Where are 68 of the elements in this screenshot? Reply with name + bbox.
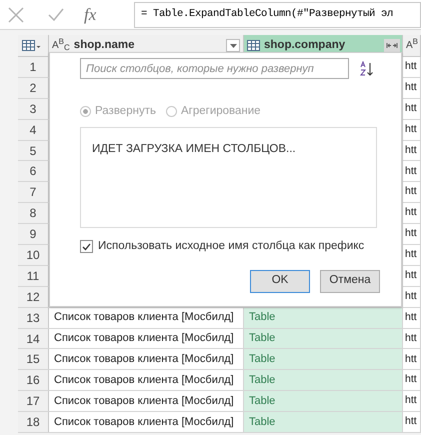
radio-label: Агрегирование bbox=[180, 104, 261, 119]
table-cell-text: htt bbox=[405, 330, 417, 346]
table-cell-text: Список товаров клиента [Мосбилд] bbox=[54, 414, 234, 430]
table-cell-text: htt bbox=[405, 80, 417, 95]
filter-dropdown-button[interactable] bbox=[226, 39, 240, 52]
prefix-checkbox[interactable] bbox=[80, 240, 93, 254]
table-cell-text: htt bbox=[405, 372, 417, 388]
column-name: shop.company bbox=[264, 38, 346, 53]
row-number: 1 bbox=[30, 58, 36, 76]
sort-az-icon bbox=[359, 60, 374, 76]
table-cell-text: htt bbox=[405, 184, 417, 200]
row-number: 13 bbox=[26, 310, 40, 327]
radio-label: Развернуть bbox=[95, 104, 156, 119]
row-number: 7 bbox=[30, 184, 36, 202]
table-cell-text: Список товаров клиента [Мосбилд] bbox=[54, 373, 234, 388]
column-name: shop.name bbox=[74, 38, 136, 53]
table-cell-text: Table bbox=[249, 331, 276, 346]
table-cell-text: Список товаров клиента [Мосбилд] bbox=[54, 331, 234, 346]
table-cell-text: htt bbox=[405, 164, 417, 179]
row-number: 2 bbox=[30, 80, 36, 97]
table-cell-text: htt bbox=[405, 226, 417, 242]
table-cell-text: Table bbox=[249, 414, 276, 430]
table-cell-text: Список товаров клиента [Мосбилд] bbox=[54, 352, 234, 368]
row-number: 18 bbox=[26, 414, 40, 432]
row-number: 17 bbox=[26, 393, 40, 410]
expand-column-button[interactable] bbox=[384, 38, 400, 52]
dialog-button[interactable]: Отмена bbox=[320, 270, 380, 292]
column-header[interactable]: A$^{B}$ bbox=[403, 35, 421, 56]
table-cell-text: Список товаров клиента [Мосбилд] bbox=[54, 394, 234, 409]
table-cell-text: htt bbox=[405, 59, 417, 74]
table-cell-text: htt bbox=[405, 414, 417, 430]
formula-field[interactable]: = Table.ExpandTableColumn(#"Развернутый эл bbox=[134, 2, 421, 28]
table-cell-text: htt bbox=[405, 142, 417, 158]
table-icon bbox=[22, 40, 42, 52]
caret-icon bbox=[230, 44, 236, 48]
prefix-label[interactable]: Использовать исходное имя столбца как префикс bbox=[98, 238, 364, 256]
table-cell-text: Table bbox=[249, 310, 276, 326]
table-cell-text: htt bbox=[405, 205, 417, 220]
function-label[interactable]: fx bbox=[84, 2, 96, 28]
table-cell-text: htt bbox=[405, 393, 417, 408]
row-number: 16 bbox=[26, 372, 40, 390]
dialog-button[interactable]: OK bbox=[250, 270, 310, 292]
row-number: 3 bbox=[30, 100, 36, 118]
row-number: 11 bbox=[26, 268, 40, 285]
table-cell-text: htt bbox=[405, 288, 417, 304]
table-cell-text: htt bbox=[405, 268, 417, 283]
row-number: 6 bbox=[30, 163, 36, 180]
row-number: 14 bbox=[26, 330, 40, 348]
table-cell-text: Table bbox=[249, 373, 276, 388]
data-type-label[interactable]: A$^{B}$ bbox=[406, 40, 418, 50]
row-number: 10 bbox=[26, 246, 40, 264]
row-number: 15 bbox=[26, 351, 40, 368]
table-cell-text: Table bbox=[249, 394, 276, 409]
table-cell-text: htt bbox=[405, 100, 417, 116]
loading-message: ИДЕТ ЗАГРУЗКА ИМЕН СТОЛБЦОВ... bbox=[92, 143, 296, 156]
table-cell-text: htt bbox=[405, 122, 417, 137]
expand-arrows-icon bbox=[386, 42, 398, 49]
table-cell-text: Список товаров клиента [Мосбилд] bbox=[54, 310, 234, 326]
row-number: 8 bbox=[30, 205, 36, 222]
row-number: 12 bbox=[26, 288, 40, 306]
row-number: 9 bbox=[30, 226, 36, 244]
table-cell-text: htt bbox=[405, 247, 417, 262]
row-number: 5 bbox=[30, 142, 36, 160]
table-cell-text: Table bbox=[249, 352, 276, 368]
row-number: 4 bbox=[30, 122, 36, 139]
table-cell-text: htt bbox=[405, 310, 417, 325]
search-field[interactable]: Поиск столбцов, которые нужно развернуп bbox=[80, 58, 349, 79]
table-cell-text: htt bbox=[405, 352, 417, 367]
